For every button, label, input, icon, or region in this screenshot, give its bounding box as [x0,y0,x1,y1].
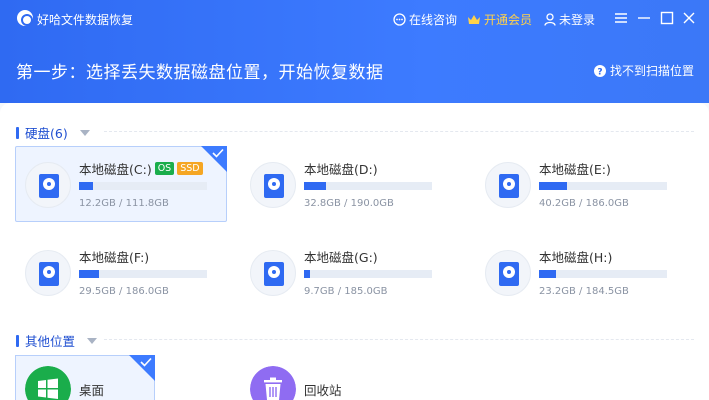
drive-size: 23.2GB / 184.5GB [539,286,629,297]
help-link[interactable]: ? 找不到扫描位置 [593,62,694,79]
drive-card[interactable]: 本地磁盘(E:) 40.2GB / 186.0GB [475,146,687,222]
user-icon [544,13,556,26]
drive-size: 9.7GB / 185.0GB [304,286,388,297]
places-section-header[interactable]: 其他位置 [16,331,98,350]
login-label: 未登录 [559,13,596,27]
drive-usage-fill [539,182,567,190]
vip-label: 开通会员 [484,13,533,27]
drive-size: 29.5GB / 186.0GB [79,286,169,297]
svg-text:?: ? [597,67,602,77]
hard-disk-icon [25,162,71,208]
hard-disk-icon [250,250,296,296]
place-name: 回收站 [304,383,342,398]
caret-down-icon [79,129,90,136]
online-consult-button[interactable]: 在线咨询 [393,11,457,28]
drive-card[interactable]: 本地磁盘(C:) OS SSD 12.2GB / 111.8GB [15,146,227,222]
titlebar: 好哈文件数据恢复 在线咨询 开通会员 未登录 [0,0,709,36]
section-divider [104,339,694,340]
crown-icon [468,14,480,24]
maximize-button[interactable] [660,11,674,25]
hard-disk-icon [250,162,296,208]
content-panel: 硬盘(6) 本地磁盘(C:) OS SSD 12.2GB / 111.8GB 本地磁盘(… [0,103,709,400]
drive-usage-fill [539,270,556,278]
places-section-title: 其他位置 [25,334,76,349]
header: 好哈文件数据恢复 在线咨询 开通会员 未登录 第一步：选择丢失数据磁盘位置，开始… [0,0,709,103]
drive-name-text: 本地磁盘(E:) [539,162,611,177]
drive-name-text: 本地磁盘(D:) [304,162,378,177]
place-card[interactable]: 回收站 [240,355,380,400]
trash-icon [250,366,296,400]
app-name: 好哈文件数据恢复 [37,13,134,27]
drive-badge: OS [154,162,175,175]
minimize-icon [638,17,650,19]
drive-usage-fill [79,182,93,190]
place-card[interactable]: 桌面 [15,355,155,400]
question-icon: ? [593,64,606,77]
drive-usage-bar [79,182,207,190]
app-logo-icon [17,10,33,26]
drive-usage-fill [304,270,310,278]
drive-card[interactable]: 本地磁盘(F:) 29.5GB / 186.0GB [15,234,227,310]
menu-icon [615,13,627,23]
hard-disk-icon [25,250,71,296]
check-icon [140,357,152,367]
maximize-icon [660,11,674,25]
drive-size: 32.8GB / 190.0GB [304,198,394,209]
hard-disk-icon [485,162,531,208]
hard-disk-icon [485,250,531,296]
help-label: 找不到扫描位置 [609,64,694,78]
drive-size: 40.2GB / 186.0GB [539,198,629,209]
drive-card[interactable]: 本地磁盘(H:) 23.2GB / 184.5GB [475,234,687,310]
drive-badge: SSD [177,162,203,175]
minimize-button[interactable] [637,11,651,25]
drive-name: 本地磁盘(F:) [79,247,149,266]
section-accent-bar [16,126,19,139]
drive-name: 本地磁盘(C:) OS SSD [79,159,203,178]
drive-usage-fill [304,182,326,190]
check-icon [212,148,224,158]
place-name: 桌面 [79,383,105,398]
caret-down-icon [87,337,98,344]
drive-name-text: 本地磁盘(C:) [79,162,152,177]
drive-usage-bar [79,270,207,278]
drive-card[interactable]: 本地磁盘(G:) 9.7GB / 185.0GB [240,234,452,310]
section-accent-bar [16,334,19,347]
drive-name: 本地磁盘(D:) [304,159,378,178]
online-consult-label: 在线咨询 [409,13,458,27]
drive-name-text: 本地磁盘(G:) [304,250,378,265]
drive-size: 12.2GB / 111.8GB [79,198,169,209]
menu-button[interactable] [614,11,628,25]
chat-icon [393,13,406,26]
drive-usage-bar [304,182,432,190]
drive-name-text: 本地磁盘(F:) [79,250,150,265]
section-divider [104,131,694,132]
drive-usage-bar [539,182,667,190]
drive-usage-fill [79,270,99,278]
close-icon [683,12,695,24]
drive-name: 本地磁盘(E:) [539,159,611,178]
drive-usage-bar [539,270,667,278]
step-title: 第一步：选择丢失数据磁盘位置，开始恢复数据 [16,63,384,83]
drive-name-text: 本地磁盘(H:) [539,250,613,265]
login-button[interactable]: 未登录 [544,11,595,28]
vip-button[interactable]: 开通会员 [467,11,532,28]
windows-icon [25,366,71,400]
drives-section-title: 硬盘(6) [25,126,68,141]
drives-section-header[interactable]: 硬盘(6) [16,123,90,142]
drive-name: 本地磁盘(G:) [304,247,378,266]
drive-card[interactable]: 本地磁盘(D:) 32.8GB / 190.0GB [240,146,452,222]
close-button[interactable] [682,11,696,25]
drive-name: 本地磁盘(H:) [539,247,612,266]
drive-usage-bar [304,270,432,278]
